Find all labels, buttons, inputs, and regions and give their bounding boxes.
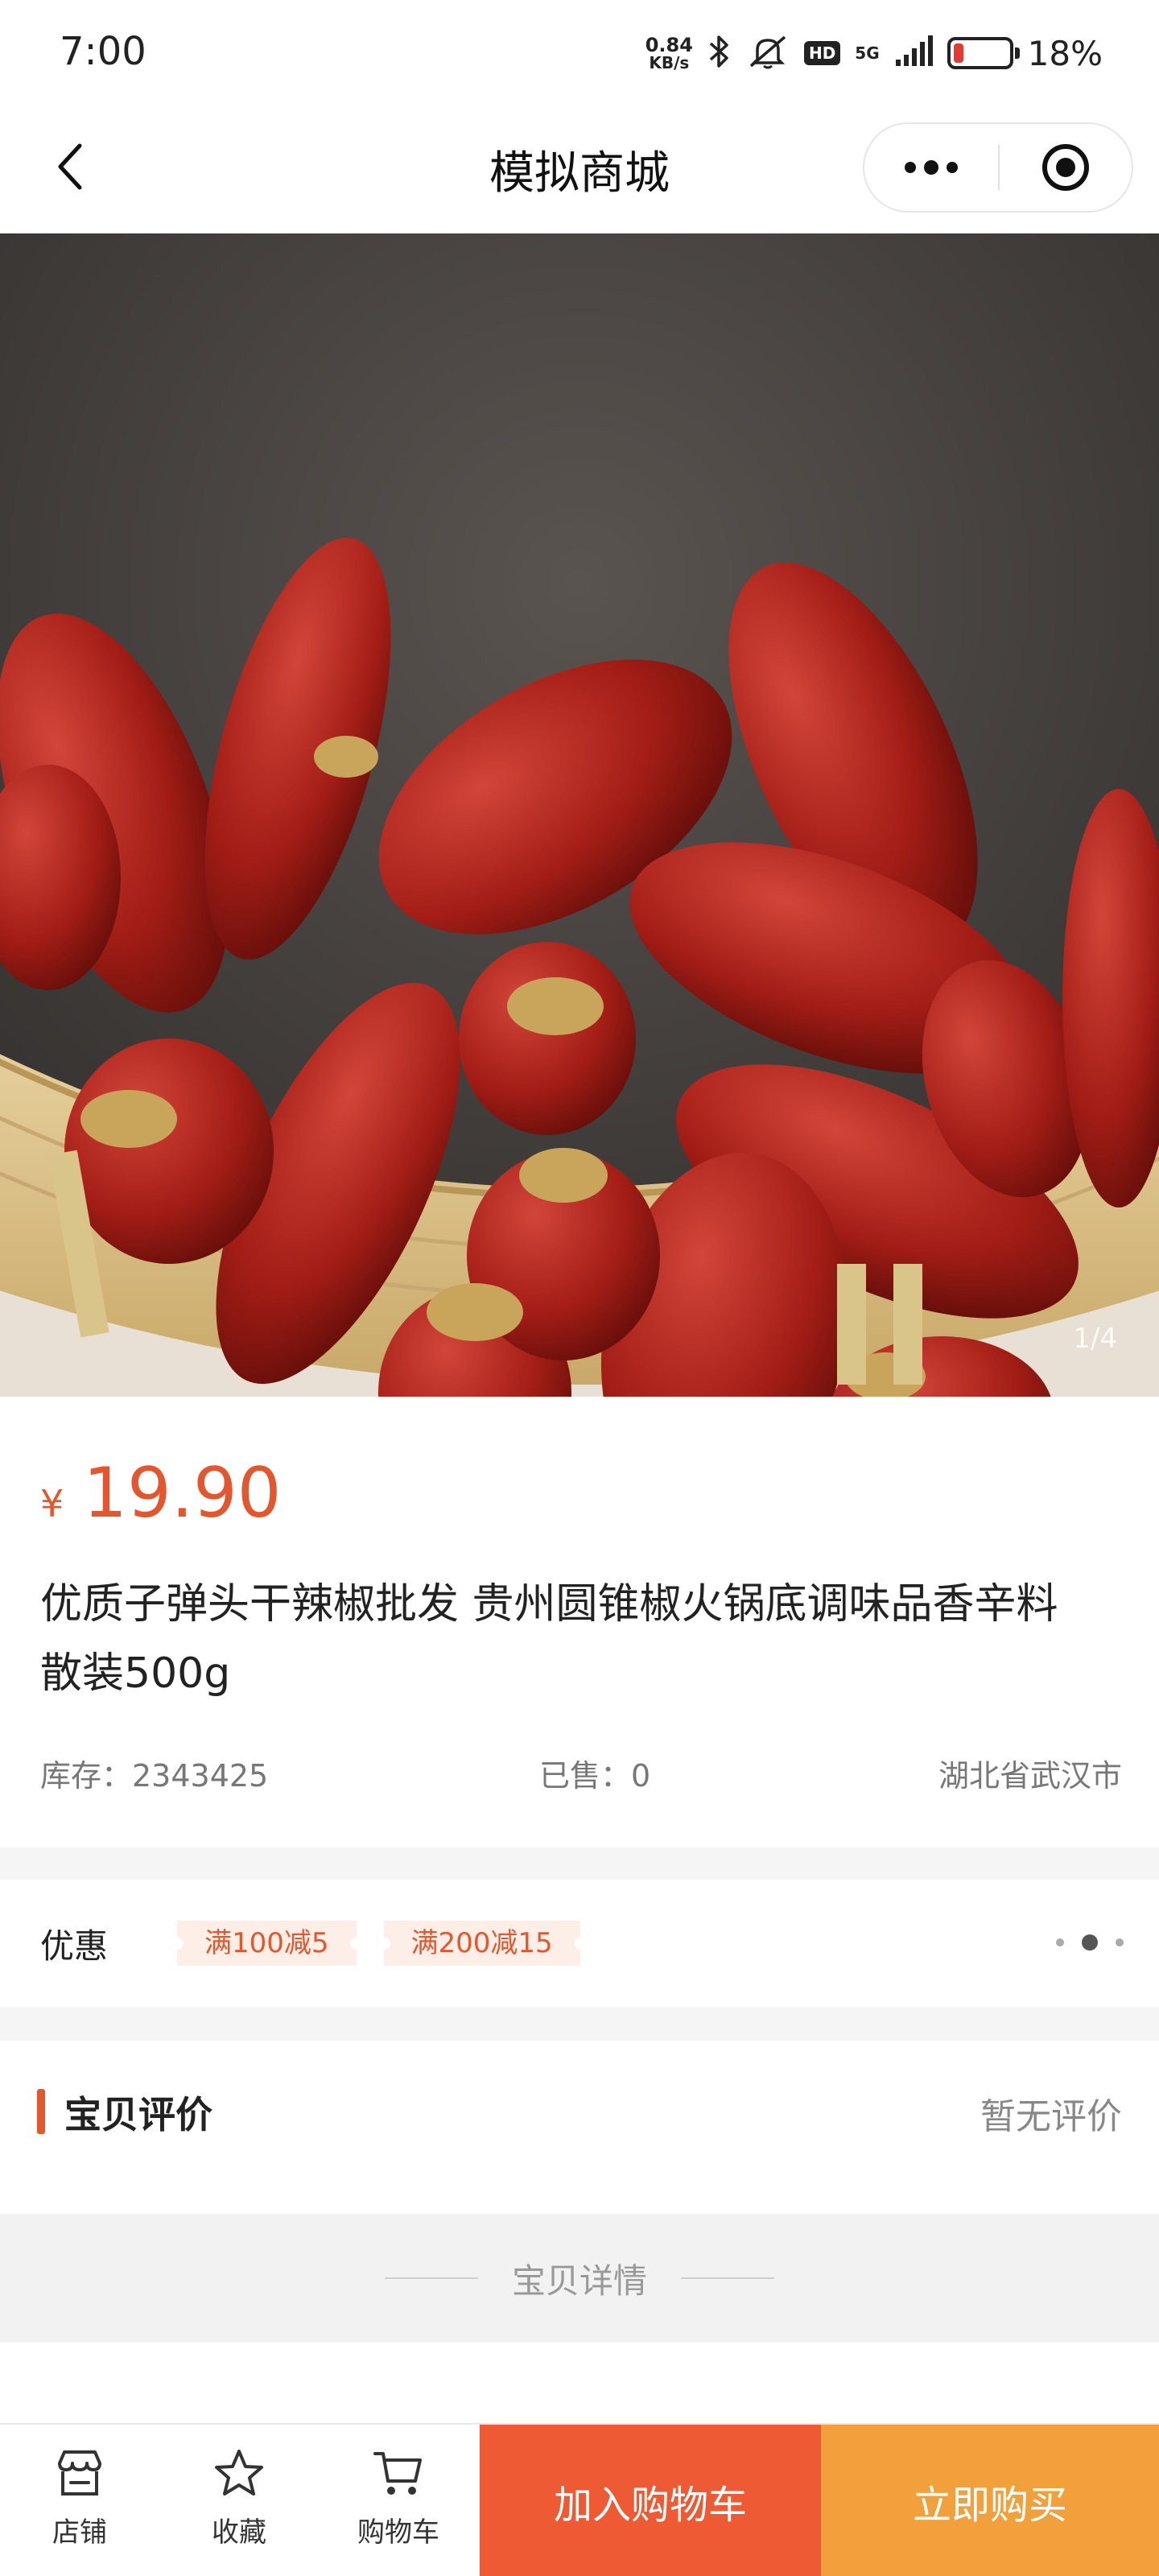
buy-now-button[interactable]: 立即购买 (821, 2425, 1159, 2576)
bottom-toolbar: 店铺 收藏 购物车 加入购物车 立即购买 (0, 2423, 1159, 2576)
nav-bar: 模拟商城 (0, 105, 1159, 233)
more-dots-icon[interactable] (1056, 1934, 1124, 1951)
stock-count: 库存：2343425 (40, 1758, 269, 1794)
dot (1056, 1938, 1064, 1946)
cart-button[interactable]: 购物车 (319, 2425, 478, 2576)
reviews-title: 宝贝评价 (64, 2093, 212, 2136)
ship-from-location: 湖北省武汉市 (938, 1758, 1122, 1794)
network-type: 5G (855, 45, 879, 61)
product-photo (0, 233, 1159, 1397)
coupon-tag[interactable]: 满200减15 (377, 1921, 587, 1966)
divider-line (384, 2277, 478, 2279)
favorite-label: 收藏 (212, 2516, 266, 2549)
dot (1082, 1934, 1098, 1951)
detail-heading: 宝贝详情 (0, 2214, 1159, 2343)
star-icon (215, 2450, 263, 2496)
status-bar: 7:00 0.84 KB/s HD 5G 18% (0, 0, 1159, 105)
bluetooth-icon (707, 34, 732, 72)
section-accent-bar (37, 2089, 45, 2134)
more-button[interactable] (864, 124, 998, 211)
reviews-empty-text: 暂无评价 (980, 2096, 1122, 2137)
favorite-button[interactable]: 收藏 (159, 2425, 319, 2576)
detail-content (0, 2343, 1159, 2425)
shop-button[interactable]: 店铺 (0, 2425, 159, 2576)
shop-label: 店铺 (52, 2516, 107, 2549)
network-speed-unit: KB/s (649, 53, 690, 72)
promotion-label: 优惠 (40, 1926, 109, 1966)
add-to-cart-button[interactable]: 加入购物车 (480, 2425, 821, 2576)
close-target-icon (1042, 144, 1089, 191)
miniprogram-capsule (863, 122, 1133, 213)
dot (1116, 1938, 1124, 1946)
more-dots-icon (905, 160, 958, 175)
detail-heading-text: 宝贝详情 (511, 2260, 647, 2301)
battery-icon (947, 37, 1020, 69)
network-type-label: 5G (855, 43, 880, 63)
product-title: 优质子弹头干辣椒批发 贵州圆锥椒火锅底调味品香辛料散装500g (40, 1580, 1058, 1698)
close-button[interactable] (1000, 124, 1132, 211)
product-info-card: ¥ 19.90 优质子弹头干辣椒批发 贵州圆锥椒火锅底调味品香辛料散装500g … (0, 1397, 1159, 1847)
product-image-gallery[interactable]: 1/4 (0, 233, 1159, 1397)
reviews-section: 宝贝评价 暂无评价 (0, 2041, 1159, 2214)
divider-line (681, 2277, 774, 2279)
promotion-row[interactable]: 优惠 满100减5 满200减15 (0, 1880, 1159, 2007)
network-speed: 0.84 KB/s (645, 35, 693, 71)
battery-percent: 18% (1027, 33, 1103, 73)
cart-icon (373, 2452, 422, 2495)
hd-badge: HD (803, 41, 841, 65)
price-currency: ¥ (40, 1482, 64, 1525)
network-speed-value: 0.84 (645, 34, 693, 56)
shop-icon (58, 2450, 101, 2496)
status-icons: 0.84 KB/s HD 5G 18% (645, 31, 1103, 76)
price-value: 19.90 (83, 1453, 282, 1534)
mute-icon (746, 34, 790, 72)
coupon-tag[interactable]: 满100减5 (171, 1921, 363, 1966)
sold-count: 已售：0 (539, 1758, 651, 1794)
gallery-counter: 1/4 (1073, 1323, 1117, 1355)
signal-icon (894, 35, 933, 71)
status-time: 7:00 (60, 29, 146, 74)
price: ¥ 19.90 (40, 1453, 281, 1534)
cart-label: 购物车 (357, 2516, 439, 2549)
battery-level (953, 43, 963, 63)
product-meta: 库存：2343425 已售：0 湖北省武汉市 (40, 1751, 1122, 1795)
